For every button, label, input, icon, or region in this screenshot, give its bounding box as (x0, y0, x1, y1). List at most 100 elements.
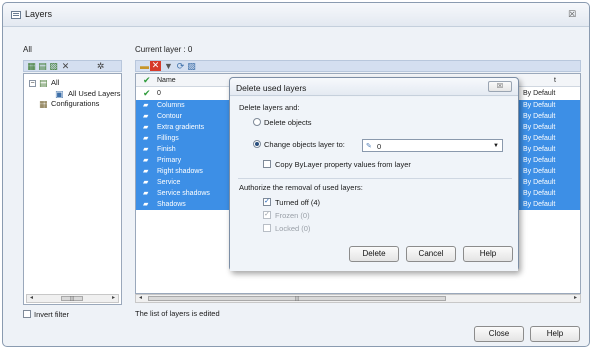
layer-value: By Default (523, 168, 556, 175)
layer-states-icon[interactable]: ▨ (187, 62, 196, 71)
layer-name: Extra gradients (157, 124, 205, 131)
separator (238, 178, 512, 179)
layer-icon: ▰ (143, 124, 149, 131)
tree-item-all-used-layers[interactable]: All Used Layers (68, 89, 121, 98)
settings-icon[interactable]: ✲ (96, 62, 105, 71)
close-icon[interactable]: ☒ (565, 8, 579, 20)
scroll-right-icon[interactable]: ▸ (109, 295, 118, 302)
invert-filter-label: Invert filter (34, 310, 70, 319)
delete-group-label: Delete layers and: (239, 103, 300, 112)
locked-checkbox (263, 224, 271, 232)
layer-icon: ▰ (143, 113, 149, 120)
layer-name: Right shadows (157, 168, 203, 175)
scroll-left-icon[interactable]: ◂ (27, 295, 36, 302)
layer-value: By Default (523, 201, 556, 208)
layer-toolbar: ▬ ✕ ▼ ⟳ ▨ (135, 60, 581, 72)
current-layer-label: Current layer : 0 (135, 45, 193, 54)
scroll-thumb[interactable]: ||| (148, 296, 446, 302)
copy-bylayer-label: Copy ByLayer property values from layer (275, 160, 411, 169)
filter-layers-icon[interactable]: ▼ (164, 62, 173, 71)
window-title: Layers (25, 9, 53, 19)
collapse-icon[interactable]: − (29, 80, 36, 87)
tree-horizontal-scrollbar[interactable]: ◂ ||| ▸ (26, 294, 119, 303)
layer-value: By Default (523, 146, 556, 153)
filter-tree: − ▤ All ▣ All Used Layers ▦ Configuratio… (23, 73, 122, 305)
layer-icon: ▰ (143, 135, 149, 142)
target-layer-value: 0 (377, 142, 382, 151)
column-header-name[interactable]: Name (157, 77, 176, 84)
edit-filter-icon[interactable]: ▧ (49, 62, 58, 71)
scroll-right-icon[interactable]: ▸ (571, 295, 580, 302)
delete-objects-radio[interactable] (253, 118, 261, 126)
delete-button[interactable]: Delete (349, 246, 399, 262)
new-layer-icon[interactable]: ▬ (140, 62, 149, 71)
cancel-button[interactable]: Cancel (406, 246, 456, 262)
new-filter-icon[interactable]: ▦ (27, 62, 36, 71)
current-column-icon: ✔ (143, 75, 151, 85)
layer-icon: ▰ (143, 102, 149, 109)
target-layer-select[interactable]: ✎ 0 ▼ (362, 139, 503, 152)
copy-bylayer-checkbox[interactable] (263, 160, 271, 168)
scroll-left-icon[interactable]: ◂ (136, 295, 145, 302)
help-button[interactable]: Help (530, 326, 580, 342)
tree-item-all[interactable]: All (51, 78, 59, 87)
configurations-icon: ▦ (39, 99, 48, 109)
tree-toolbar: ▦ ▤ ▧ ✕ ✲ (23, 60, 122, 72)
layer-name: Service (157, 179, 181, 186)
layer-value: By Default (523, 157, 556, 164)
turned-off-label: Turned off (4) (275, 198, 321, 207)
layer-name: Shadows (157, 201, 186, 208)
grid-horizontal-scrollbar[interactable]: ◂ ||| ▸ (135, 294, 581, 303)
filter-panel-label: All (23, 45, 32, 54)
chevron-down-icon[interactable]: ▼ (493, 143, 499, 149)
scroll-thumb[interactable]: ||| (61, 296, 83, 302)
frozen-checkbox: ✓ (263, 211, 271, 219)
delete-layer-icon[interactable]: ✕ (150, 61, 161, 71)
filter-icon: ▣ (55, 89, 64, 99)
dialog-help-button[interactable]: Help (463, 246, 513, 262)
layer-name: Finish (157, 146, 176, 153)
refresh-icon[interactable]: ⟳ (176, 62, 185, 71)
layer-value: By Default (523, 90, 556, 97)
layer-value: By Default (523, 190, 556, 197)
new-group-icon[interactable]: ▤ (38, 62, 47, 71)
tree-item-configurations[interactable]: Configurations (51, 99, 99, 108)
layer-value: By Default (523, 179, 556, 186)
delete-used-layers-dialog: Delete used layers ☒ Delete layers and: … (229, 77, 519, 271)
locked-label: Locked (0) (275, 224, 311, 233)
dialog-title-bar: Delete used layers ☒ (230, 78, 518, 96)
status-text: The list of layers is edited (135, 309, 220, 318)
layer-icon: ▰ (143, 168, 149, 175)
layer-name: Service shadows (157, 190, 210, 197)
delete-filter-icon[interactable]: ✕ (61, 62, 70, 71)
layer-icon: ▰ (143, 157, 149, 164)
column-header-partial[interactable]: t (554, 77, 556, 84)
layer-value: By Default (523, 135, 556, 142)
delete-objects-label: Delete objects (264, 118, 312, 127)
close-button[interactable]: Close (474, 326, 524, 342)
title-bar: Layers ☒ (3, 3, 589, 27)
dialog-title: Delete used layers (236, 83, 307, 93)
dialog-close-icon[interactable]: ☒ (488, 81, 512, 92)
change-layer-radio[interactable] (253, 140, 261, 148)
current-layer-check-icon: ✔ (143, 88, 151, 98)
layer-name: 0 (157, 90, 161, 97)
layer-name: Primary (157, 157, 182, 164)
layer-icon: ▰ (143, 146, 149, 153)
window-icon (11, 11, 21, 19)
layer-icon: ▰ (143, 190, 149, 197)
turned-off-checkbox[interactable]: ✓ (263, 198, 271, 206)
change-layer-label: Change objects layer to: (264, 140, 345, 149)
authorize-label: Authorize the removal of used layers: (239, 183, 363, 192)
layer-name: Columns (157, 102, 185, 109)
layer-value: By Default (523, 124, 556, 131)
layer-icon: ▰ (143, 179, 149, 186)
pencil-icon: ✎ (366, 143, 372, 150)
dialog-body: Delete layers and: Delete objects Change… (230, 97, 518, 271)
layer-value: By Default (523, 102, 556, 109)
layer-name: Contour (157, 113, 182, 120)
layer-icon: ▰ (143, 201, 149, 208)
layer-name: Fillings (157, 135, 179, 142)
invert-filter-checkbox[interactable] (23, 310, 31, 318)
frozen-label: Frozen (0) (275, 211, 310, 220)
